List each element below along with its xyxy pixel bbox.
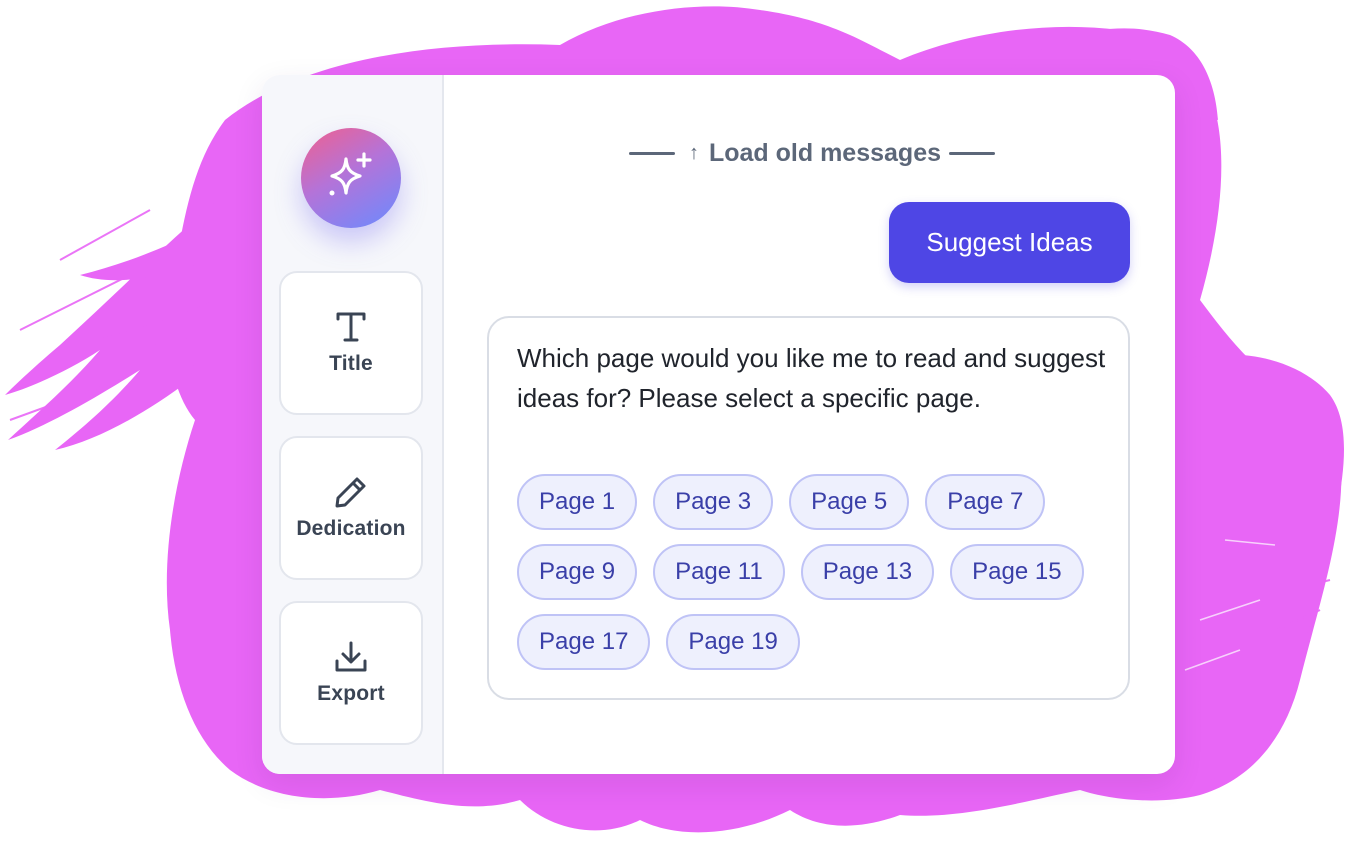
assistant-message: Which page would you like me to read and…	[487, 316, 1130, 700]
chat-area: ↑ Load old messages Suggest Ideas Which …	[444, 75, 1175, 774]
page-options-row: Page 1 Page 3 Page 5 Page 7	[517, 474, 1117, 530]
sidebar-item-dedication[interactable]: Dedication	[279, 436, 423, 580]
page-options-row: Page 17 Page 19	[517, 614, 1117, 670]
sidebar-item-title[interactable]: Title	[279, 271, 423, 415]
sidebar-item-label: Export	[317, 682, 385, 705]
page-option-chip[interactable]: Page 9	[517, 544, 638, 600]
sidebar-item-label: Dedication	[296, 517, 406, 540]
assistant-message-text: Which page would you like me to read and…	[517, 343, 1106, 413]
chat-card: Title Dedication Export ↑ Load old messa…	[262, 75, 1175, 774]
page-option-chip[interactable]: Page 15	[950, 544, 1084, 600]
divider-line	[949, 151, 996, 155]
ai-assistant-button[interactable]	[301, 128, 401, 228]
page-option-chip[interactable]: Page 7	[925, 474, 1046, 530]
sidebar-item-label: Title	[329, 352, 373, 375]
page-options: Page 1 Page 3 Page 5 Page 7 Page 9 Page …	[517, 474, 1117, 684]
page-option-chip[interactable]: Page 1	[517, 474, 638, 530]
tool-sidebar: Title Dedication Export	[262, 75, 444, 774]
page-option-chip[interactable]: Page 5	[789, 474, 910, 530]
pencil-icon	[333, 475, 369, 509]
sidebar-item-export[interactable]: Export	[279, 601, 423, 745]
arrow-up-icon: ↑	[688, 141, 699, 164]
divider-line	[628, 151, 675, 155]
page-option-chip[interactable]: Page 19	[666, 614, 800, 670]
stage: Title Dedication Export ↑ Load old messa…	[0, 0, 1352, 851]
page-options-row: Page 9 Page 11 Page 13 Page 15	[517, 544, 1117, 600]
load-old-messages-label: Load old messages	[708, 138, 942, 167]
sparkles-icon	[324, 149, 378, 208]
page-option-chip[interactable]: Page 11	[653, 544, 785, 600]
page-option-chip[interactable]: Page 3	[653, 474, 774, 530]
download-icon	[333, 640, 369, 674]
load-old-messages-button[interactable]: ↑ Load old messages	[602, 135, 1022, 171]
text-t-icon	[334, 310, 368, 344]
user-message-suggest-ideas[interactable]: Suggest Ideas	[889, 202, 1130, 283]
page-option-chip[interactable]: Page 13	[800, 544, 935, 600]
page-option-chip[interactable]: Page 17	[517, 614, 651, 670]
